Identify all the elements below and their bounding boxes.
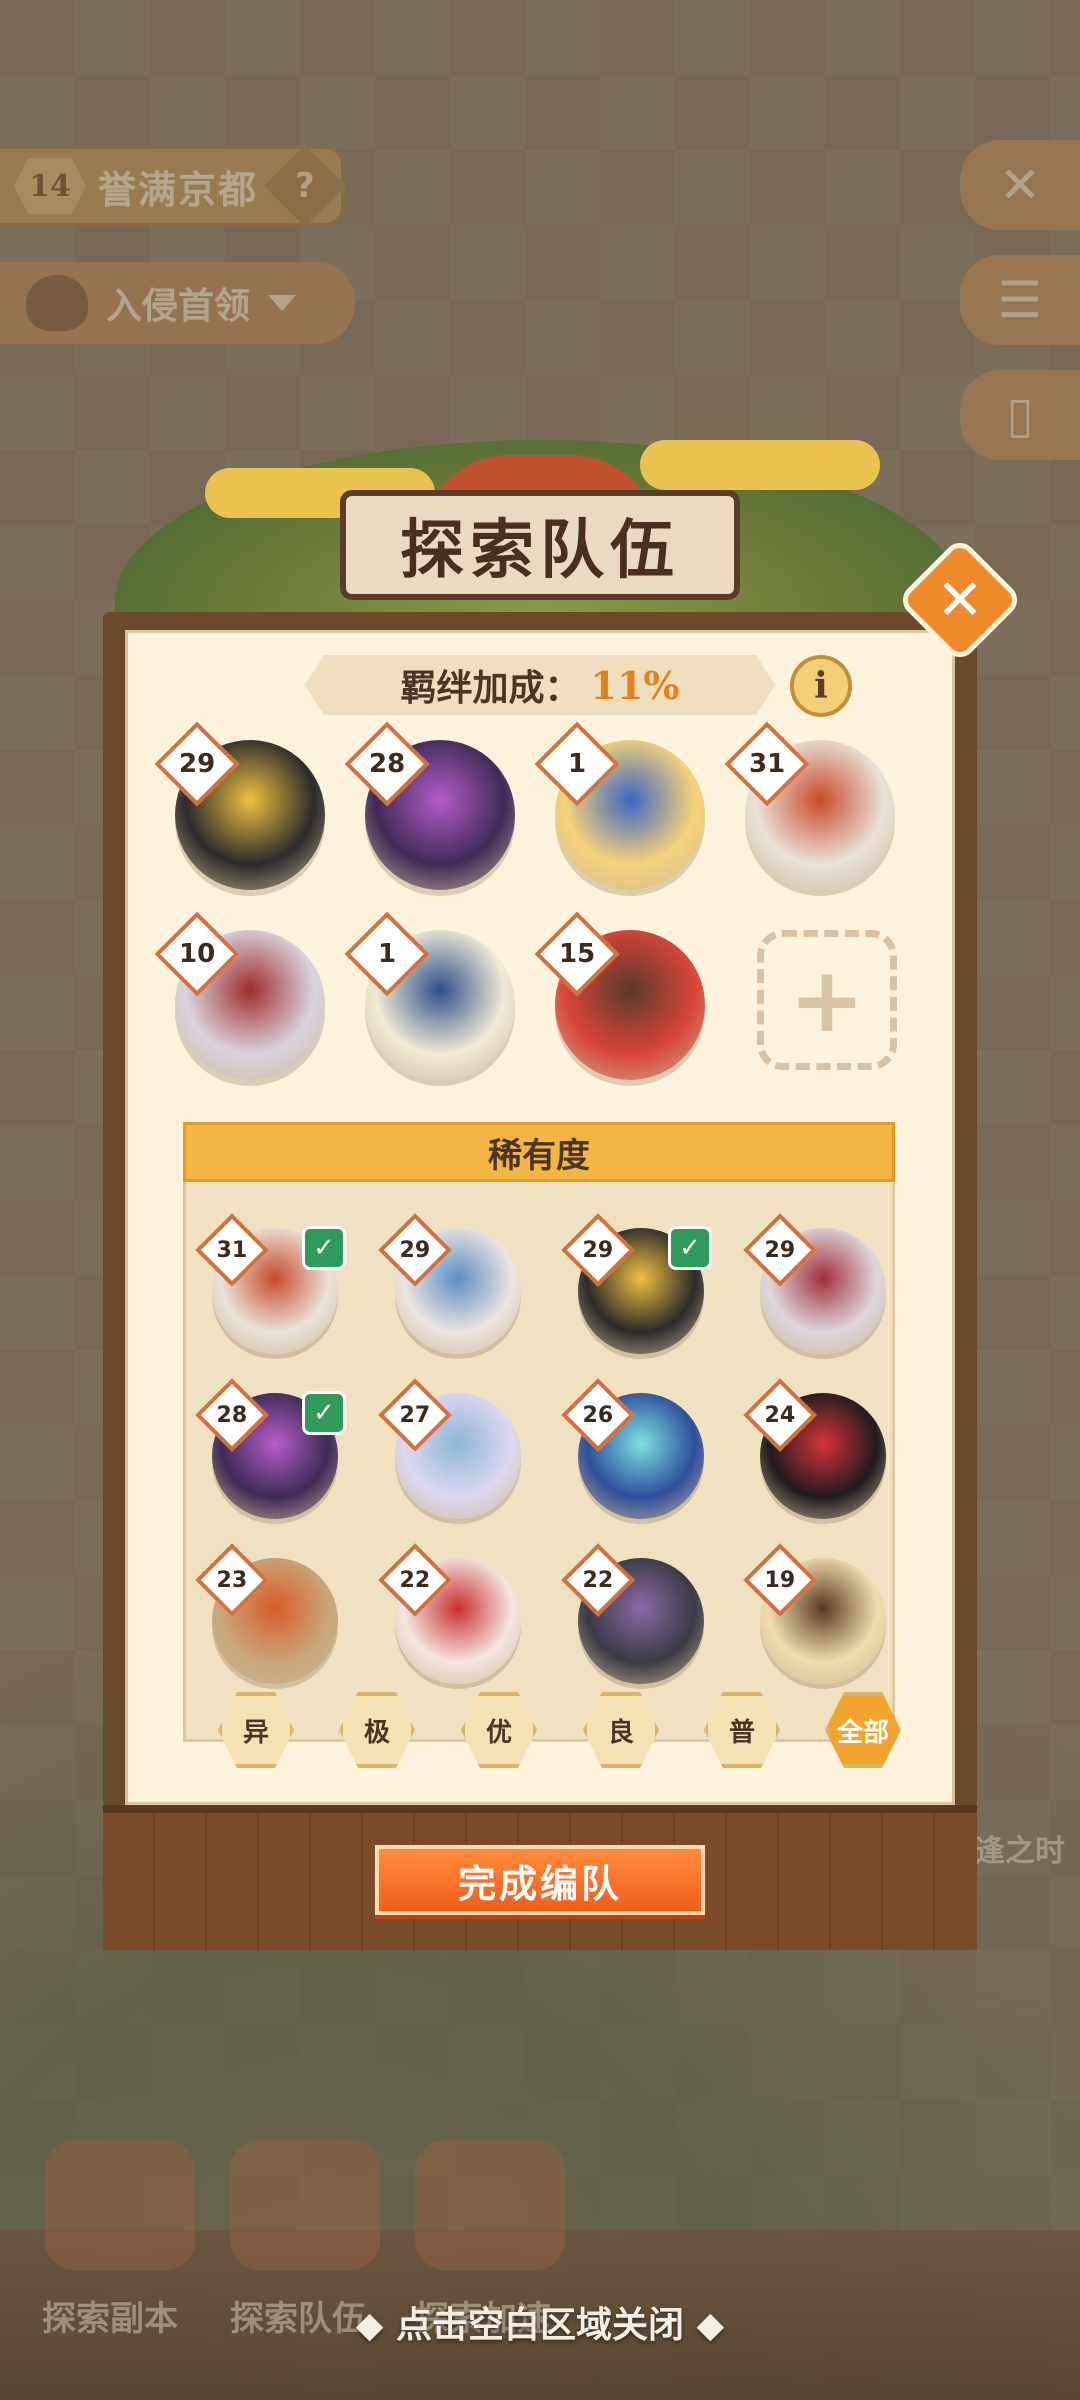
close-hint[interactable]: ◆ 点击空白区域关闭 ◆	[0, 2296, 1080, 2348]
roster-shikigami[interactable]: 29 ✓	[561, 1213, 712, 1354]
team-member-slot[interactable]: 10	[154, 911, 325, 1080]
cloud-decoration	[640, 440, 880, 490]
bond-bonus-bar: 羁绊加成： 11%	[305, 655, 775, 715]
team-member-slot[interactable]: 31	[724, 721, 895, 890]
roster-shikigami[interactable]: 22	[378, 1543, 521, 1684]
team-member-slot[interactable]: 1	[344, 911, 515, 1080]
selected-check-icon: ✓	[302, 1391, 346, 1435]
bond-value: 11%	[590, 662, 680, 708]
roster-shikigami[interactable]: 28 ✓	[195, 1378, 346, 1519]
panel-title: 探索队伍	[340, 490, 740, 600]
roster-shikigami[interactable]: 31 ✓	[195, 1213, 346, 1354]
team-member-slot[interactable]: 1	[534, 721, 705, 890]
roster-shikigami[interactable]: 27	[378, 1378, 521, 1519]
roster-shikigami[interactable]: 24	[743, 1378, 886, 1519]
close-icon: ✕	[936, 567, 984, 633]
roster-shikigami[interactable]: 19	[743, 1543, 886, 1684]
roster-shikigami[interactable]: 26	[561, 1378, 704, 1519]
add-member-slot[interactable]: +	[757, 930, 897, 1070]
roster-shikigami[interactable]: 29	[743, 1213, 886, 1354]
roster-shikigami[interactable]: 23	[195, 1543, 338, 1684]
done-formation-button[interactable]: 完成编队	[375, 1845, 705, 1915]
team-member-slot[interactable]: 28	[344, 721, 515, 890]
info-icon[interactable]: i	[790, 655, 852, 717]
roster-shikigami[interactable]: 29	[378, 1213, 521, 1354]
selected-check-icon: ✓	[302, 1226, 346, 1270]
team-member-slot[interactable]: 29	[154, 721, 325, 890]
bond-label: 羁绊加成：	[400, 668, 581, 709]
roster-shikigami[interactable]: 22	[561, 1543, 704, 1684]
selected-check-icon: ✓	[668, 1226, 712, 1270]
team-member-slot[interactable]: 15	[534, 911, 705, 1080]
rarity-header[interactable]: 稀有度	[183, 1122, 895, 1182]
